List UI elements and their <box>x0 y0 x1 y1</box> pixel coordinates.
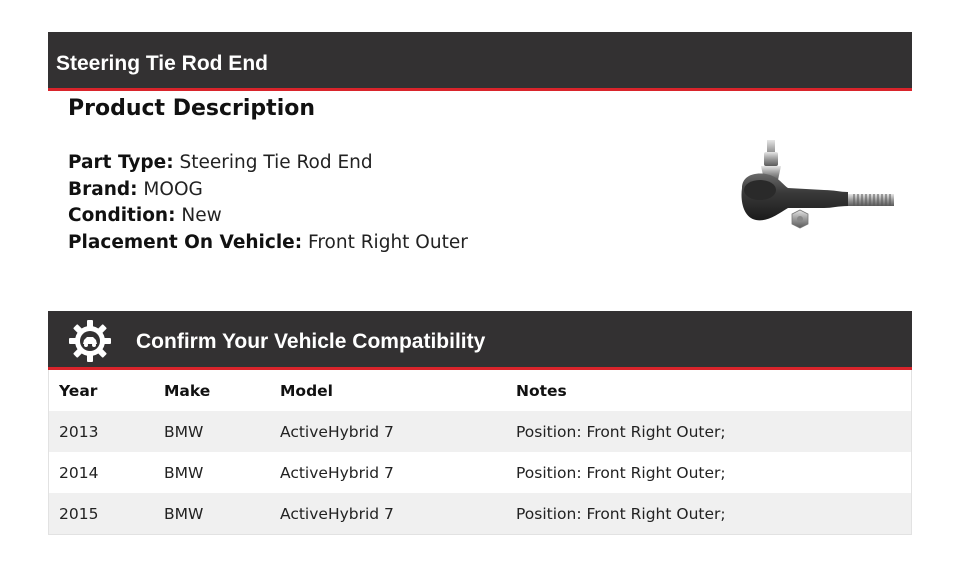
table-row: 2013 BMW ActiveHybrid 7 Position: Front … <box>49 411 911 452</box>
compatibility-table-wrapper: Year Make Model Notes 2013 BMW ActiveHyb… <box>48 370 912 535</box>
column-header-notes: Notes <box>506 370 911 411</box>
gear-car-icon <box>69 320 111 362</box>
spec-placement: Placement On Vehicle: Front Right Outer <box>68 230 468 257</box>
table-header-row: Year Make Model Notes <box>49 370 911 411</box>
cell-notes: Position: Front Right Outer; <box>506 411 911 452</box>
spec-part-type: Part Type: Steering Tie Rod End <box>68 150 468 177</box>
cell-year: 2014 <box>49 452 154 493</box>
column-header-year: Year <box>49 370 154 411</box>
spec-label: Condition: <box>68 205 176 226</box>
spec-value: New <box>181 205 222 226</box>
cell-notes: Position: Front Right Outer; <box>506 452 911 493</box>
spec-brand: Brand: MOOG <box>68 177 468 204</box>
cell-year: 2013 <box>49 411 154 452</box>
product-description-heading: Product Description <box>68 96 316 121</box>
table-row: 2014 BMW ActiveHybrid 7 Position: Front … <box>49 452 911 493</box>
cell-make: BMW <box>154 493 270 534</box>
table-row: 2015 BMW ActiveHybrid 7 Position: Front … <box>49 493 911 534</box>
spec-list: Part Type: Steering Tie Rod End Brand: M… <box>68 150 468 256</box>
column-header-make: Make <box>154 370 270 411</box>
cell-make: BMW <box>154 452 270 493</box>
page-title: Steering Tie Rod End <box>56 52 268 75</box>
cell-model: ActiveHybrid 7 <box>270 411 506 452</box>
cell-model: ActiveHybrid 7 <box>270 493 506 534</box>
tie-rod-end-image <box>741 140 894 229</box>
compatibility-bar: Confirm Your Vehicle Compatibility <box>48 311 912 370</box>
cell-year: 2015 <box>49 493 154 534</box>
cell-model: ActiveHybrid 7 <box>270 452 506 493</box>
cell-make: BMW <box>154 411 270 452</box>
compatibility-title: Confirm Your Vehicle Compatibility <box>136 330 486 353</box>
spec-value: MOOG <box>143 178 203 200</box>
spec-value: Front Right Outer <box>308 231 468 253</box>
spec-condition: Condition: New <box>68 203 468 230</box>
cell-notes: Position: Front Right Outer; <box>506 493 911 534</box>
spec-label: Part Type: <box>68 152 174 173</box>
column-header-model: Model <box>270 370 506 411</box>
spec-value: Steering Tie Rod End <box>179 152 373 173</box>
spec-label: Placement On Vehicle: <box>68 231 303 253</box>
title-bar: Steering Tie Rod End <box>48 32 912 91</box>
compatibility-table: Year Make Model Notes 2013 BMW ActiveHyb… <box>49 370 911 534</box>
spec-label: Brand: <box>68 178 138 200</box>
